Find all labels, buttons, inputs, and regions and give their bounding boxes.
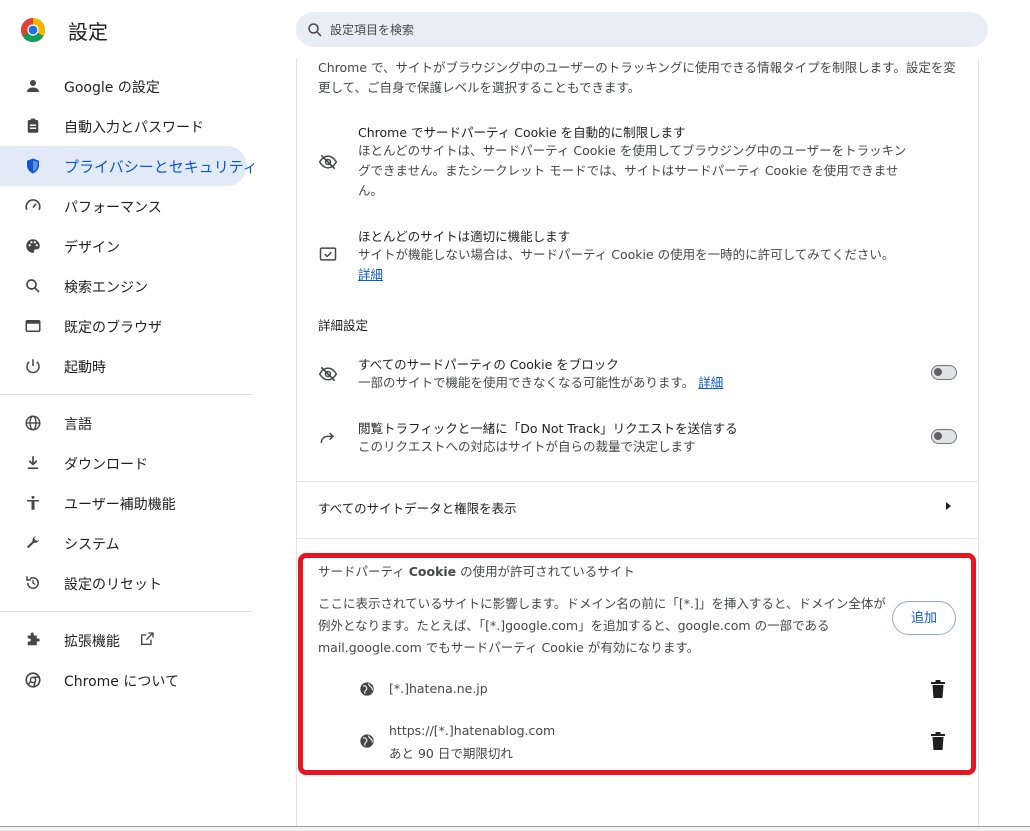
sidebar-item-label: Chrome について (64, 671, 179, 691)
learn-more-link[interactable]: 詳細 (358, 265, 383, 285)
eye-off-icon (318, 364, 338, 384)
intro-text: Chrome で、サイトがブラウジング中のユーザーのトラッキングに使用できる情報… (318, 58, 958, 98)
allowed-sites-desc: ここに表示されているサイトに影響します。ドメイン名の前に「[*.]」を挿入すると… (318, 593, 888, 659)
sidebar-item-accessibility[interactable]: ユーザー補助機能 (0, 483, 247, 523)
sidebar-item-google-settings[interactable]: Google の設定 (0, 66, 247, 106)
sidebar-divider (0, 394, 252, 395)
speedometer-icon (24, 197, 42, 215)
sidebar-item-system[interactable]: システム (0, 523, 247, 563)
sidebar-item-label: 自動入力とパスワード (64, 117, 204, 137)
download-icon (24, 454, 42, 472)
block-all-toggle[interactable] (931, 365, 957, 380)
globe-icon (24, 414, 42, 432)
sidebar-item-languages[interactable]: 言語 (0, 403, 247, 443)
sidebar-item-label: 拡張機能 (64, 631, 120, 651)
dnt-desc: このリクエストへの対応はサイトが自らの裁量で決定します (358, 437, 696, 457)
delete-icon[interactable] (930, 680, 946, 698)
sidebar: Google の設定 自動入力とパスワード プライバシーとセキュリティ パフォー… (0, 58, 252, 830)
dnt-toggle[interactable] (931, 429, 957, 444)
settings-card: Chrome で、サイトがブラウジング中のユーザーのトラッキングに使用できる情報… (296, 58, 979, 830)
site-expiry: あと 90 日で期限切れ (389, 743, 513, 762)
sidebar-item-downloads[interactable]: ダウンロード (0, 443, 247, 483)
sidebar-item-label: デザイン (64, 237, 120, 257)
divider (297, 538, 978, 539)
sidebar-item-extensions[interactable]: 拡張機能 (0, 620, 247, 660)
sidebar-item-label: パフォーマンス (64, 197, 162, 217)
sidebar-item-label: システム (64, 534, 120, 554)
sidebar-item-label: 既定のブラウザ (64, 317, 162, 337)
sidebar-item-label: 設定のリセット (64, 574, 162, 594)
eye-off-icon (318, 152, 338, 172)
sites-work-desc: サイトが機能しない場合は、サードパーティ Cookie の使用を一時的に許可して… (358, 245, 928, 265)
sidebar-item-label: プライバシーとセキュリティ (64, 156, 258, 177)
limit-cookies-title: Chrome でサードパーティ Cookie を自動的に制限します (358, 122, 686, 141)
window-bottom-edge (0, 826, 1030, 831)
sidebar-item-autofill[interactable]: 自動入力とパスワード (0, 106, 247, 146)
divider (297, 481, 978, 482)
all-site-data-link[interactable]: すべてのサイトデータと権限を表示 (318, 498, 517, 517)
sidebar-item-label: Google の設定 (64, 77, 160, 97)
puzzle-icon (24, 631, 42, 649)
accessibility-icon (24, 494, 42, 512)
search-box[interactable] (296, 12, 988, 47)
sidebar-item-label: ダウンロード (64, 454, 148, 474)
site-url: https://[*.]hatenablog.com (389, 723, 555, 738)
shield-icon (24, 157, 42, 175)
browser-check-icon (318, 244, 338, 264)
sidebar-divider (0, 611, 252, 612)
header: 設定 (0, 0, 1030, 58)
sidebar-item-performance[interactable]: パフォーマンス (0, 186, 247, 226)
sidebar-item-privacy[interactable]: プライバシーとセキュリティ (0, 146, 247, 186)
globe-icon (359, 733, 375, 749)
sidebar-item-about-chrome[interactable]: Chrome について (0, 660, 247, 700)
search-icon (306, 21, 324, 39)
search-input[interactable] (328, 18, 972, 42)
advanced-settings-heading: 詳細設定 (318, 315, 368, 334)
add-site-button[interactable]: 追加 (892, 601, 956, 635)
sidebar-item-default-browser[interactable]: 既定のブラウザ (0, 306, 247, 346)
sidebar-item-label: ユーザー補助機能 (64, 494, 176, 514)
chrome-logo-icon (21, 18, 45, 42)
sidebar-item-design[interactable]: デザイン (0, 226, 247, 266)
sidebar-item-label: 言語 (64, 414, 92, 434)
reset-icon (24, 574, 42, 592)
allowed-sites-heading: サードパーティ Cookie の使用が許可されているサイト (318, 561, 635, 580)
sidebar-item-reset[interactable]: 設定のリセット (0, 563, 247, 603)
learn-more-link[interactable]: 詳細 (698, 375, 723, 390)
sidebar-item-search-engine[interactable]: 検索エンジン (0, 266, 247, 306)
browser-icon (24, 317, 42, 335)
page-title: 設定 (68, 16, 108, 45)
open-in-new-icon (139, 631, 155, 647)
wrench-icon (24, 534, 42, 552)
palette-icon (24, 237, 42, 255)
power-icon (24, 357, 42, 375)
sidebar-item-label: 検索エンジン (64, 277, 148, 297)
person-icon (24, 77, 42, 95)
sidebar-item-on-startup[interactable]: 起動時 (0, 346, 247, 386)
sites-work-title: ほとんどのサイトは適切に機能します (358, 226, 570, 245)
chrome-icon (24, 671, 42, 689)
clipboard-icon (24, 117, 42, 135)
block-all-desc: 一部のサイトで機能を使用できなくなる可能性があります。 詳細 (358, 373, 723, 393)
limit-cookies-desc: ほとんどのサイトは、サードパーティ Cookie を使用してブラウジング中のユー… (358, 141, 918, 201)
globe-icon (359, 681, 375, 697)
search-icon (24, 277, 42, 295)
site-url: [*.]hatena.ne.jp (389, 681, 488, 696)
chevron-right-icon[interactable] (943, 501, 953, 511)
delete-icon[interactable] (930, 732, 946, 750)
dnt-title: 閲覧トラフィックと一緒に「Do Not Track」リクエストを送信する (358, 418, 738, 437)
block-all-title: すべてのサードパーティの Cookie をブロック (358, 354, 619, 373)
sidebar-item-label: 起動時 (64, 357, 106, 377)
forward-arrow-icon (318, 428, 338, 448)
